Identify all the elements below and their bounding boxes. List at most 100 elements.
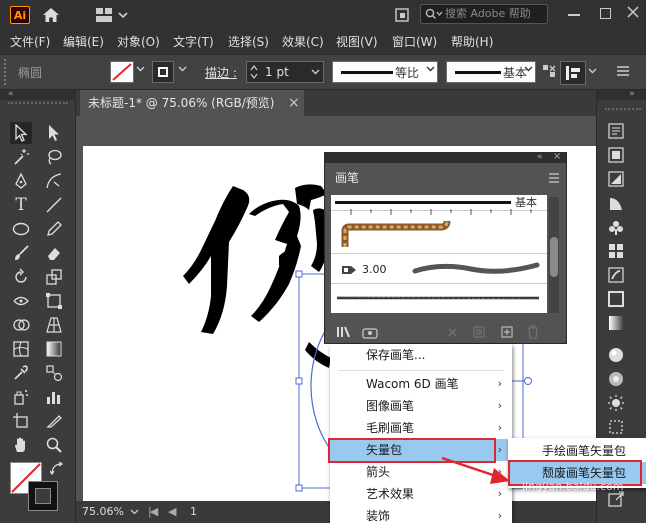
- stroke-weight-field[interactable]: 1 pt: [246, 61, 324, 83]
- gradient-swatch-icon[interactable]: [607, 314, 625, 332]
- menu-window[interactable]: 窗口(W): [392, 30, 437, 54]
- chevron-down-icon[interactable]: [588, 68, 597, 74]
- gradient-panel-icon[interactable]: [607, 194, 625, 212]
- brush-basic-stroke[interactable]: [335, 201, 511, 204]
- menu-type[interactable]: 文字(T): [173, 30, 214, 54]
- scale-tool-icon[interactable]: [43, 266, 65, 288]
- brushes-panel-icon[interactable]: [607, 266, 625, 284]
- stroke-swatch[interactable]: [28, 481, 58, 511]
- transform-panel-icon[interactable]: [607, 418, 625, 436]
- page-number[interactable]: 1: [190, 505, 197, 518]
- selection-tool-icon[interactable]: [10, 122, 32, 144]
- blend-tool-icon[interactable]: [43, 362, 65, 384]
- menu-item-decorative[interactable]: 装饰 ›: [330, 505, 512, 523]
- hand-tool-icon[interactable]: [10, 434, 32, 456]
- layers-panel-icon[interactable]: [607, 146, 625, 164]
- stroke-label[interactable]: 描边 :: [205, 64, 237, 81]
- chevron-down-icon[interactable]: [311, 69, 320, 75]
- close-panel-icon[interactable]: ×: [553, 151, 561, 162]
- chevron-down-icon[interactable]: [130, 509, 139, 515]
- variable-width-profile-select[interactable]: 等比: [332, 61, 438, 83]
- menu-item-bristle-brushes[interactable]: 毛刷画笔 ›: [330, 417, 512, 439]
- ellipse-tool-icon[interactable]: [10, 218, 32, 240]
- rotate-tool-icon[interactable]: [10, 266, 32, 288]
- menu-item-save-brushes[interactable]: 保存画笔...: [330, 344, 512, 366]
- direct-selection-tool-icon[interactable]: [43, 122, 65, 144]
- menu-item-hand-drawn-pack[interactable]: 手绘画笔矢量包: [508, 440, 646, 462]
- new-brush-icon[interactable]: [501, 326, 513, 338]
- align-icon[interactable]: [560, 61, 586, 85]
- graphic-styles-icon[interactable]: [607, 370, 625, 388]
- slice-tool-icon[interactable]: [43, 410, 65, 432]
- menu-object[interactable]: 对象(O): [117, 30, 160, 54]
- menu-item-image-brushes[interactable]: 图像画笔 ›: [330, 395, 512, 417]
- panel-menu-icon[interactable]: [548, 173, 560, 183]
- chevron-down-icon[interactable]: [426, 66, 435, 72]
- zoom-tool-icon[interactable]: [43, 434, 65, 456]
- brush-rough-stroke[interactable]: [335, 293, 541, 303]
- first-page-icon[interactable]: |◀: [148, 505, 158, 518]
- help-search-input[interactable]: 搜索 Adobe 帮助: [420, 4, 548, 24]
- brush-options-icon[interactable]: [542, 64, 556, 80]
- shape-builder-tool-icon[interactable]: [10, 314, 32, 336]
- symbol-sprayer-tool-icon[interactable]: [10, 386, 32, 408]
- type-tool-icon[interactable]: T: [10, 194, 32, 216]
- library-panel-icon[interactable]: [362, 325, 378, 339]
- stroke-weight-value[interactable]: 1 pt: [265, 65, 289, 79]
- zoom-level[interactable]: 75.06%: [82, 505, 124, 518]
- free-transform-tool-icon[interactable]: [43, 290, 65, 312]
- color-guide-icon[interactable]: [607, 170, 625, 188]
- brush-rope-pattern[interactable]: [341, 217, 451, 251]
- home-icon[interactable]: [42, 7, 60, 23]
- brush-charcoal-stroke[interactable]: [411, 259, 541, 279]
- paintbrush-tool-icon[interactable]: [10, 242, 32, 264]
- stroke-panel-icon[interactable]: [607, 290, 625, 308]
- maximize-icon[interactable]: [600, 8, 611, 19]
- swatches-panel-icon[interactable]: [607, 242, 625, 260]
- line-segment-tool-icon[interactable]: [43, 194, 65, 216]
- expand-icon[interactable]: »: [629, 89, 635, 99]
- stroke-color-swatch[interactable]: [152, 61, 174, 83]
- menu-edit[interactable]: 编辑(E): [63, 30, 104, 54]
- stepper-icon[interactable]: [250, 64, 258, 80]
- collapse-icon[interactable]: «: [537, 152, 543, 162]
- chevron-down-icon[interactable]: [524, 66, 533, 72]
- column-graph-tool-icon[interactable]: [43, 386, 65, 408]
- chevron-down-icon[interactable]: [136, 66, 145, 72]
- minimize-icon[interactable]: [568, 14, 580, 16]
- symbols-panel-icon[interactable]: [607, 218, 625, 236]
- artboard-tool-icon[interactable]: [10, 410, 32, 432]
- menu-select[interactable]: 选择(S): [228, 30, 269, 54]
- menu-icon[interactable]: [616, 65, 630, 77]
- eraser-tool-icon[interactable]: [43, 242, 65, 264]
- perspective-grid-tool-icon[interactable]: [43, 314, 65, 336]
- eyedropper-tool-icon[interactable]: [10, 362, 32, 384]
- mesh-tool-icon[interactable]: [10, 338, 32, 360]
- brush-definition-select[interactable]: 基本: [446, 61, 536, 83]
- close-icon[interactable]: [626, 5, 640, 19]
- menu-effect[interactable]: 效果(C): [282, 30, 324, 54]
- width-tool-icon[interactable]: [10, 290, 32, 312]
- properties-panel-icon[interactable]: [607, 122, 625, 140]
- magic-wand-tool-icon[interactable]: [10, 146, 32, 168]
- lasso-tool-icon[interactable]: [43, 146, 65, 168]
- menu-item-wacom-6d[interactable]: Wacom 6D 画笔 ›: [330, 373, 512, 395]
- brush-libraries-icon[interactable]: [336, 325, 352, 339]
- sun-icon[interactable]: [607, 394, 625, 412]
- chevron-down-icon[interactable]: [178, 66, 187, 72]
- menu-file[interactable]: 文件(F): [10, 30, 50, 54]
- scrollbar[interactable]: [549, 197, 559, 313]
- collapse-icon[interactable]: «: [8, 89, 14, 99]
- menu-help[interactable]: 帮助(H): [451, 30, 493, 54]
- brush-list[interactable]: 基本 3.00: [331, 195, 547, 313]
- swap-fill-stroke-icon[interactable]: [50, 462, 64, 476]
- document-tab[interactable]: 未标题-1* @ 75.06% (RGB/预览) ×: [80, 90, 304, 116]
- arrange-documents-icon[interactable]: [395, 8, 409, 22]
- tab-brushes[interactable]: 画笔: [329, 167, 369, 189]
- pencil-tool-icon[interactable]: [43, 218, 65, 240]
- workspace-switcher-icon[interactable]: [96, 8, 132, 22]
- curvature-tool-icon[interactable]: [43, 170, 65, 192]
- close-tab-icon[interactable]: ×: [288, 90, 300, 116]
- pen-tool-icon[interactable]: [10, 170, 32, 192]
- appearance-panel-icon[interactable]: [607, 346, 625, 364]
